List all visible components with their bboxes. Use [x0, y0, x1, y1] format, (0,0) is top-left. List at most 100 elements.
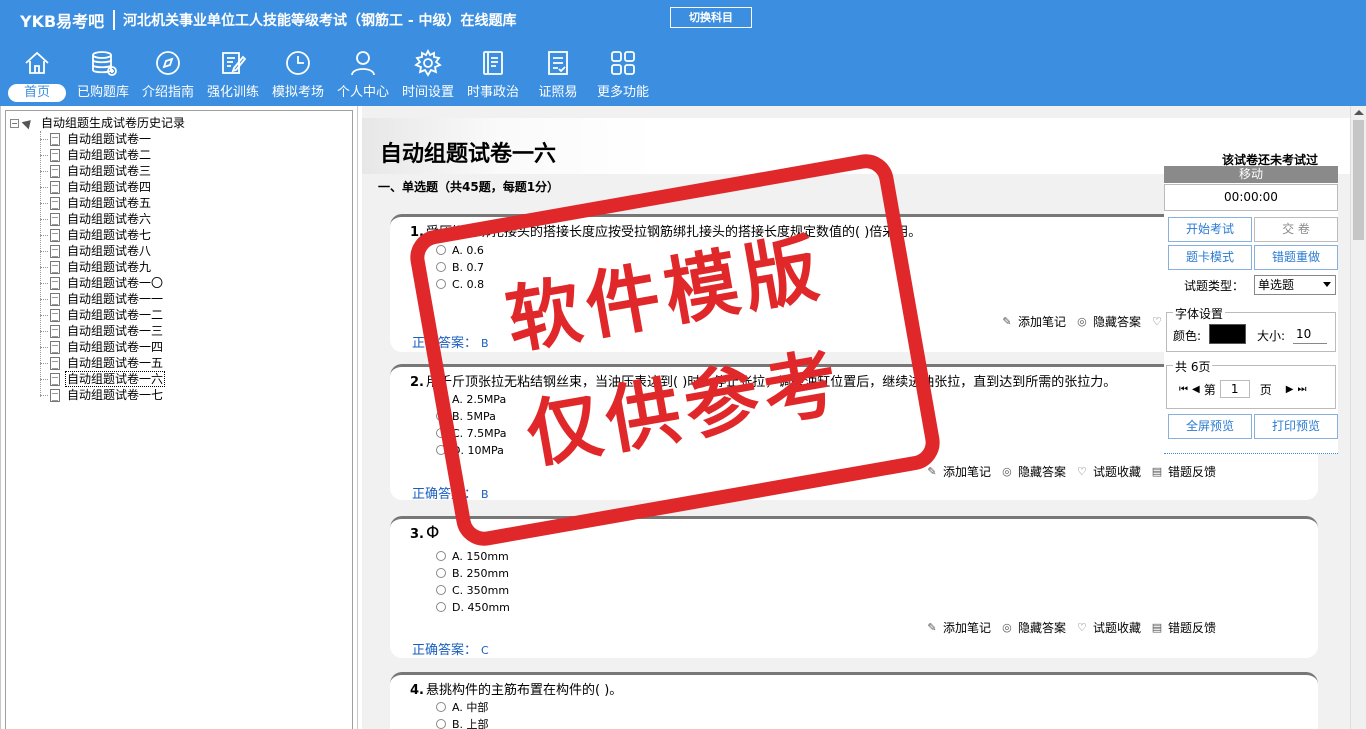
question-number: 1.: [410, 225, 424, 240]
hide-answer-button[interactable]: ◎ 隐藏答案: [1001, 463, 1066, 480]
add-note-button[interactable]: ✎ 添加笔记: [926, 619, 991, 636]
option[interactable]: D. 450mm: [436, 599, 510, 615]
tree-item[interactable]: 自动组题试卷六: [40, 211, 153, 227]
switch-subject-button[interactable]: 切换科目: [670, 7, 752, 28]
favorite-button[interactable]: ♡ 试题收藏: [1076, 463, 1141, 480]
tree-item[interactable]: 自动组题试卷一七: [40, 387, 165, 403]
radio-button[interactable]: [436, 602, 446, 612]
tree-item[interactable]: 自动组题试卷一一: [40, 291, 165, 307]
tree-item[interactable]: 自动组题试卷七: [40, 227, 153, 243]
option[interactable]: C. 7.5MPa: [436, 425, 507, 441]
option[interactable]: B. 5MPa: [436, 408, 496, 424]
tree-item-label: 自动组题试卷一二: [67, 308, 164, 322]
tree-root[interactable]: − 自动组题生成试卷历史记录: [10, 115, 187, 131]
hide-answer-button[interactable]: ◎ 隐藏答案: [1076, 313, 1141, 330]
hide-answer-button[interactable]: ◎ 隐藏答案: [1001, 619, 1066, 636]
radio-button[interactable]: [436, 279, 446, 289]
tree-item[interactable]: 自动组题试卷九: [40, 259, 153, 275]
nav-item-more[interactable]: 更多功能: [594, 48, 652, 104]
first-page-icon[interactable]: ⏮: [1179, 384, 1188, 395]
tree-item[interactable]: 自动组题试卷二: [40, 147, 153, 163]
tree-item[interactable]: 自动组题试卷四: [40, 179, 153, 195]
nav-item-time-settings[interactable]: 时间设置: [399, 48, 457, 104]
page-number-input[interactable]: 1: [1219, 380, 1250, 398]
action-label: 隐藏答案: [1017, 465, 1066, 479]
radio-button[interactable]: [436, 719, 446, 729]
nav-item-home[interactable]: 首页: [8, 48, 66, 104]
prev-page-icon[interactable]: ◀: [1192, 384, 1200, 395]
font-color-picker[interactable]: [1209, 324, 1246, 344]
radio-button[interactable]: [436, 585, 446, 595]
option[interactable]: A. 150mm: [436, 548, 509, 564]
tree-item[interactable]: 自动组题试卷一六: [40, 371, 166, 387]
scroll-up-icon[interactable]: [1354, 110, 1364, 115]
report-error-button[interactable]: ▤ 错题反馈: [1151, 463, 1216, 480]
option[interactable]: C. 350mm: [436, 582, 509, 598]
tree-item-label: 自动组题试卷一: [67, 132, 152, 146]
radio-button[interactable]: [436, 411, 446, 421]
option[interactable]: C. 0.8: [436, 276, 484, 292]
exam-control-panel: 移动 00:00:00 开始考试 交 卷 题卡模式 错题重做 试题类型： 单选题…: [1164, 166, 1338, 454]
nav-item-profile[interactable]: 个人中心: [334, 48, 392, 104]
tree-item[interactable]: 自动组题试卷一四: [40, 339, 165, 355]
nav-item-purchased[interactable]: 已购题库: [74, 48, 132, 104]
pencil-icon: ✎: [927, 464, 937, 478]
radio-button[interactable]: [436, 551, 446, 561]
last-page-icon[interactable]: ⏭: [1297, 384, 1306, 395]
nav-item-politics[interactable]: 时事政治: [464, 48, 522, 104]
nav-item-training[interactable]: 强化训练: [204, 48, 262, 104]
radio-button[interactable]: [436, 262, 446, 272]
pencil-icon: ✎: [927, 620, 937, 634]
card-mode-button[interactable]: 题卡模式: [1168, 245, 1252, 270]
scrollbar-thumb[interactable]: [1353, 120, 1364, 240]
add-note-button[interactable]: ✎ 添加笔记: [926, 463, 991, 480]
radio-button[interactable]: [436, 702, 446, 712]
tree-item[interactable]: 自动组题试卷一五: [40, 355, 165, 371]
tree-connector-line: [40, 394, 48, 396]
add-note-button[interactable]: ✎ 添加笔记: [1001, 313, 1066, 330]
nav-item-certificate[interactable]: 证照易: [529, 48, 587, 104]
radio-button[interactable]: [436, 394, 446, 404]
tree-item[interactable]: 自动组题试卷一三: [40, 323, 165, 339]
heart-icon: ♡: [1152, 314, 1162, 328]
question-number: 2.: [410, 375, 424, 390]
option[interactable]: A. 0.6: [436, 242, 484, 258]
nav-item-guide[interactable]: 介绍指南: [139, 48, 197, 104]
tree-item[interactable]: 自动组题试卷一〇: [40, 275, 165, 291]
tree-item[interactable]: 自动组题试卷五: [40, 195, 153, 211]
question-card: 4. 悬挑构件的主筋布置在构件的( )。 A. 中部 B. 上部: [390, 672, 1318, 729]
paper-content-area: 自动组题试卷一六 该试卷还未考试过 一、单选题（共45题，每题1分） 1. 受压钢…: [362, 106, 1366, 729]
option[interactable]: B. 上部: [436, 716, 489, 729]
tree-connector-line: [40, 378, 48, 380]
fullscreen-preview-button[interactable]: 全屏预览: [1168, 414, 1252, 439]
radio-button[interactable]: [436, 245, 446, 255]
option[interactable]: A. 2.5MPa: [436, 391, 506, 407]
radio-button[interactable]: [436, 428, 446, 438]
tree-item[interactable]: 自动组题试卷一: [40, 131, 153, 147]
option[interactable]: B. 0.7: [436, 259, 484, 275]
option[interactable]: D. 10MPa: [436, 442, 504, 458]
submit-paper-button[interactable]: 交 卷: [1254, 217, 1338, 242]
font-size-input[interactable]: 10: [1293, 324, 1327, 344]
tree-item[interactable]: 自动组题试卷三: [40, 163, 153, 179]
next-page-icon[interactable]: ▶: [1286, 384, 1294, 395]
document-icon: [50, 260, 60, 274]
document-icon: [50, 228, 60, 242]
radio-button[interactable]: [436, 445, 446, 455]
option[interactable]: B. 250mm: [436, 565, 509, 581]
tree-item[interactable]: 自动组题试卷一二: [40, 307, 165, 323]
radio-button[interactable]: [436, 568, 446, 578]
nav-item-mock-exam[interactable]: 模拟考场: [269, 48, 327, 104]
vertical-scrollbar[interactable]: [1350, 106, 1366, 729]
print-preview-button[interactable]: 打印预览: [1254, 414, 1338, 439]
move-handle[interactable]: 移动: [1164, 166, 1338, 183]
favorite-button[interactable]: ♡ 试题收藏: [1076, 619, 1141, 636]
option[interactable]: A. 中部: [436, 699, 488, 715]
tree-item[interactable]: 自动组题试卷八: [40, 243, 153, 259]
collapse-toggle-icon[interactable]: −: [10, 118, 19, 128]
start-exam-button[interactable]: 开始考试: [1168, 217, 1252, 242]
question-type-select[interactable]: 单选题: [1254, 275, 1336, 295]
redo-wrong-button[interactable]: 错题重做: [1254, 245, 1338, 270]
report-error-button[interactable]: ▤ 错题反馈: [1151, 619, 1216, 636]
tree-root-label: 自动组题生成试卷历史记录: [41, 116, 186, 130]
